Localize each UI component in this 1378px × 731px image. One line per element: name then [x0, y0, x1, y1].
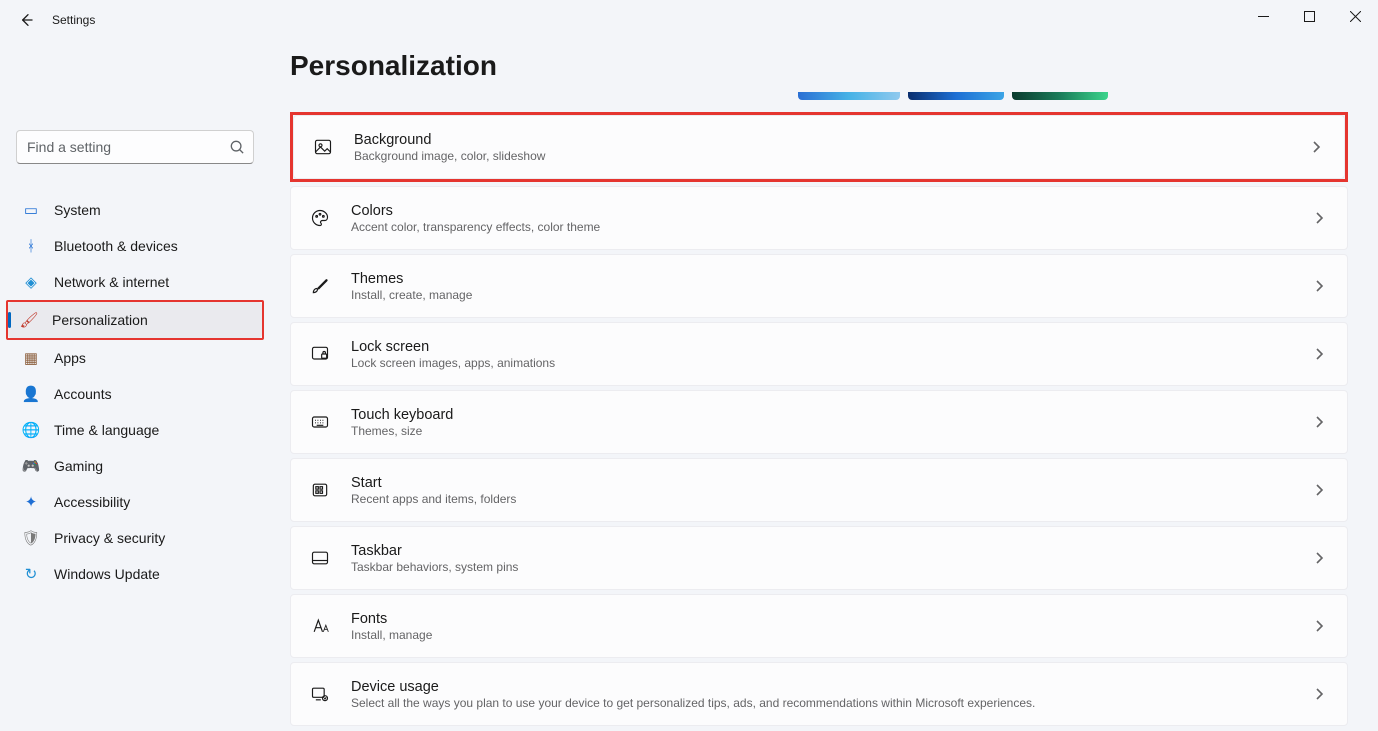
main-content: Personalization Background Background im… — [270, 40, 1378, 731]
wifi-icon: ◈ — [22, 273, 40, 291]
sidebar-item-windows-update[interactable]: ↻ Windows Update — [10, 556, 260, 592]
chevron-right-icon — [1313, 483, 1327, 497]
card-title: Touch keyboard — [351, 407, 1313, 423]
card-title: Taskbar — [351, 543, 1313, 559]
card-sub: Taskbar behaviors, system pins — [351, 560, 1313, 574]
sidebar-item-label: Time & language — [54, 422, 250, 438]
back-arrow-icon — [18, 12, 34, 28]
setting-themes[interactable]: Themes Install, create, manage — [290, 254, 1348, 318]
chevron-right-icon — [1310, 140, 1324, 154]
sidebar-item-label: Apps — [54, 350, 250, 366]
setting-fonts[interactable]: Fonts Install, manage — [290, 594, 1348, 658]
chevron-right-icon — [1313, 687, 1327, 701]
keyboard-icon — [309, 411, 331, 433]
setting-touch-keyboard[interactable]: Touch keyboard Themes, size — [290, 390, 1348, 454]
start-icon — [309, 479, 331, 501]
sidebar-item-personalization[interactable]: 🖌 Personalization — [8, 302, 262, 338]
lock-screen-icon — [309, 343, 331, 365]
device-usage-icon — [309, 683, 331, 705]
sidebar-item-label: Accounts — [54, 386, 250, 402]
search-icon — [230, 140, 244, 154]
setting-colors[interactable]: Colors Accent color, transparency effect… — [290, 186, 1348, 250]
sidebar-item-bluetooth[interactable]: ᚼ Bluetooth & devices — [10, 228, 260, 264]
card-sub: Lock screen images, apps, animations — [351, 356, 1313, 370]
chevron-right-icon — [1313, 551, 1327, 565]
sidebar-item-label: Network & internet — [54, 274, 250, 290]
card-sub: Select all the ways you plan to use your… — [351, 696, 1313, 710]
card-sub: Accent color, transparency effects, colo… — [351, 220, 1313, 234]
sidebar-item-label: System — [54, 202, 250, 218]
fonts-icon — [309, 615, 331, 637]
chevron-right-icon — [1313, 619, 1327, 633]
card-sub: Recent apps and items, folders — [351, 492, 1313, 506]
sidebar-item-gaming[interactable]: 🎮 Gaming — [10, 448, 260, 484]
chevron-right-icon — [1313, 415, 1327, 429]
sidebar-item-label: Accessibility — [54, 494, 250, 510]
setting-taskbar[interactable]: Taskbar Taskbar behaviors, system pins — [290, 526, 1348, 590]
maximize-button[interactable] — [1286, 0, 1332, 32]
card-sub: Themes, size — [351, 424, 1313, 438]
theme-preview-strip — [290, 92, 1348, 100]
globe-icon: 🌐 — [22, 421, 40, 439]
chevron-right-icon — [1313, 347, 1327, 361]
minimize-button[interactable] — [1240, 0, 1286, 32]
sidebar-item-label: Personalization — [52, 312, 252, 328]
update-icon: ↻ — [22, 565, 40, 583]
gaming-icon: 🎮 — [22, 457, 40, 475]
close-button[interactable] — [1332, 0, 1378, 32]
highlight-sidebar: 🖌 Personalization — [6, 300, 264, 340]
title-bar: Settings — [0, 0, 1378, 40]
sidebar-item-accessibility[interactable]: ✦ Accessibility — [10, 484, 260, 520]
card-title: Start — [351, 475, 1313, 491]
card-title: Background — [354, 132, 1310, 148]
back-button[interactable] — [8, 2, 44, 38]
shield-icon: 🛡 — [22, 529, 40, 547]
chevron-right-icon — [1313, 279, 1327, 293]
system-icon: ▭ — [22, 201, 40, 219]
theme-thumb[interactable] — [798, 92, 900, 100]
app-title: Settings — [52, 13, 95, 27]
sidebar-item-label: Gaming — [54, 458, 250, 474]
brush-icon — [309, 275, 331, 297]
apps-icon: ▦ — [22, 349, 40, 367]
sidebar-item-label: Privacy & security — [54, 530, 250, 546]
card-sub: Install, manage — [351, 628, 1313, 642]
card-title: Device usage — [351, 679, 1313, 695]
sidebar-item-label: Bluetooth & devices — [54, 238, 250, 254]
setting-background[interactable]: Background Background image, color, slid… — [293, 115, 1345, 179]
sidebar-item-time-language[interactable]: 🌐 Time & language — [10, 412, 260, 448]
card-title: Fonts — [351, 611, 1313, 627]
theme-thumb[interactable] — [908, 92, 1004, 100]
brush-icon: 🖌 — [20, 311, 38, 329]
close-icon — [1350, 11, 1361, 22]
page-title: Personalization — [290, 50, 1348, 82]
setting-start[interactable]: Start Recent apps and items, folders — [290, 458, 1348, 522]
sidebar-item-system[interactable]: ▭ System — [10, 192, 260, 228]
search-input[interactable] — [16, 130, 254, 164]
minimize-icon — [1258, 11, 1269, 22]
card-sub: Background image, color, slideshow — [354, 149, 1310, 163]
card-title: Colors — [351, 203, 1313, 219]
theme-thumb[interactable] — [1012, 92, 1108, 100]
sidebar-item-network[interactable]: ◈ Network & internet — [10, 264, 260, 300]
taskbar-icon — [309, 547, 331, 569]
sidebar: ▭ System ᚼ Bluetooth & devices ◈ Network… — [0, 40, 270, 731]
accounts-icon: 👤 — [22, 385, 40, 403]
card-title: Themes — [351, 271, 1313, 287]
sidebar-item-label: Windows Update — [54, 566, 250, 582]
highlight-main: Background Background image, color, slid… — [290, 112, 1348, 182]
bluetooth-icon: ᚼ — [22, 237, 40, 255]
sidebar-item-accounts[interactable]: 👤 Accounts — [10, 376, 260, 412]
card-sub: Install, create, manage — [351, 288, 1313, 302]
image-icon — [312, 136, 334, 158]
accessibility-icon: ✦ — [22, 493, 40, 511]
maximize-icon — [1304, 11, 1315, 22]
setting-device-usage[interactable]: Device usage Select all the ways you pla… — [290, 662, 1348, 726]
sidebar-item-apps[interactable]: ▦ Apps — [10, 340, 260, 376]
setting-lock-screen[interactable]: Lock screen Lock screen images, apps, an… — [290, 322, 1348, 386]
chevron-right-icon — [1313, 211, 1327, 225]
sidebar-item-privacy[interactable]: 🛡 Privacy & security — [10, 520, 260, 556]
palette-icon — [309, 207, 331, 229]
card-title: Lock screen — [351, 339, 1313, 355]
